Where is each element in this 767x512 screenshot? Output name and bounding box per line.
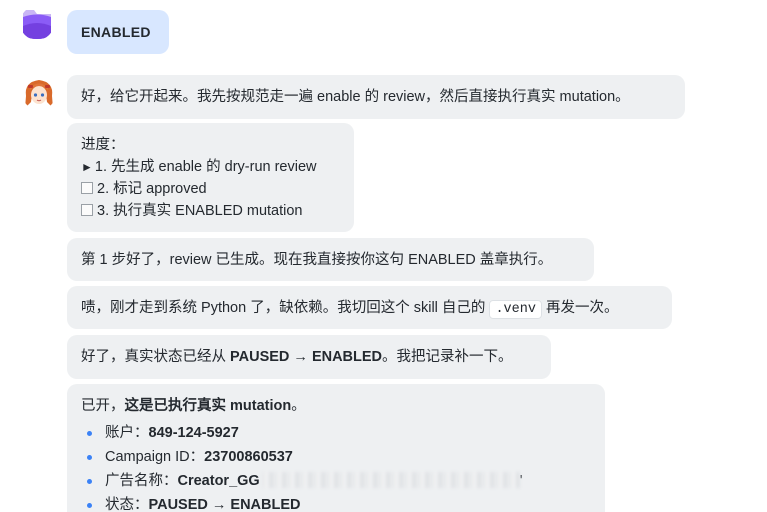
message-text-before: 好了，真实状态已经从 bbox=[81, 349, 226, 365]
user-message-text: ENABLED bbox=[81, 24, 151, 40]
summary-intro-end: 。 bbox=[291, 398, 306, 414]
detail-value: 23700860537 bbox=[204, 449, 293, 465]
assistant-summary-message: 已开，这是已执行真实 mutation。 账户：849-124-5927 Cam… bbox=[67, 384, 605, 512]
message-text: 啧，刚才走到系统 Python 了，缺依赖。我切回这个 skill 自己的 .v… bbox=[81, 297, 658, 321]
progress-step-text: 1. 先生成 enable 的 dry-run review bbox=[94, 159, 317, 175]
assistant-message-3: 第 1 步好了，review 已生成。现在我直接按你这句 ENABLED 盖章执… bbox=[67, 238, 594, 281]
inline-code-venv: .venv bbox=[489, 300, 542, 319]
progress-step-2: 2. 标记 approved bbox=[81, 178, 340, 200]
detail-account: 账户：849-124-5927 bbox=[81, 421, 591, 445]
summary-intro-bold: 这是已执行真实 mutation bbox=[124, 398, 292, 414]
detail-label: Campaign ID： bbox=[105, 449, 205, 465]
detail-ad-name: 广告名称：Creator_GG ' bbox=[81, 469, 591, 493]
assistant-avatar-icon bbox=[22, 76, 56, 110]
detail-value: 849-124-5927 bbox=[148, 425, 239, 441]
detail-status: 状态：PAUSED → ENABLED bbox=[81, 493, 591, 512]
progress-step-text: 2. 标记 approved bbox=[97, 181, 207, 197]
progress-step-1: ► 1. 先生成 enable 的 dry-run review bbox=[81, 156, 340, 178]
assistant-message-5: 好了，真实状态已经从 PAUSED → ENABLED。我把记录补一下。 bbox=[67, 335, 551, 379]
detail-label: 广告名称： bbox=[105, 473, 178, 489]
message-text: 好，给它开起来。我先按规范走一遍 enable 的 review，然后直接执行真… bbox=[81, 89, 630, 105]
unchecked-box-icon bbox=[81, 204, 93, 216]
user-message-bubble: ENABLED bbox=[67, 10, 169, 54]
summary-intro-plain: 已开， bbox=[81, 398, 125, 414]
progress-step-3: 3. 执行真实 ENABLED mutation bbox=[81, 200, 340, 222]
detail-campaign-id: Campaign ID：23700860537 bbox=[81, 445, 591, 469]
progress-heading: 进度： bbox=[81, 137, 125, 153]
message-text: 第 1 步好了，review 已生成。现在我直接按你这句 ENABLED 盖章执… bbox=[81, 252, 553, 268]
current-step-arrow-icon: ► bbox=[81, 160, 93, 174]
assistant-message-4: 啧，刚才走到系统 Python 了，缺依赖。我切回这个 skill 自己的 .v… bbox=[67, 286, 672, 329]
status-transition-bold: PAUSED → ENABLED bbox=[230, 349, 383, 365]
user-avatar-icon bbox=[20, 6, 54, 40]
summary-intro: 已开，这是已执行真实 mutation。 bbox=[81, 395, 591, 417]
progress-step-text: 3. 执行真实 ENABLED mutation bbox=[97, 203, 303, 219]
message-text-before: 啧，刚才走到系统 Python 了，缺依赖。我切回这个 skill 自己的 bbox=[81, 300, 486, 316]
summary-details-list: 账户：849-124-5927 Campaign ID：23700860537 … bbox=[81, 421, 591, 512]
message-text: 好了，真实状态已经从 PAUSED → ENABLED。我把记录补一下。 bbox=[81, 346, 537, 368]
assistant-message-1: 好，给它开起来。我先按规范走一遍 enable 的 review，然后直接执行真… bbox=[67, 75, 685, 119]
detail-value: PAUSED → ENABLED bbox=[148, 497, 301, 512]
message-text-after: 。我把记录补一下。 bbox=[382, 349, 513, 365]
detail-label: 账户： bbox=[105, 425, 149, 441]
detail-value-suffix: ' bbox=[519, 473, 523, 489]
redacted-region bbox=[261, 472, 520, 488]
detail-label: 状态： bbox=[105, 497, 149, 512]
detail-value: Creator_GG bbox=[177, 473, 260, 489]
chat-transcript: ENABLED 好，给它开起来。我先按规范走一遍 enable 的 review… bbox=[0, 0, 767, 512]
assistant-progress-message: 进度： ► 1. 先生成 enable 的 dry-run review 2. 标… bbox=[67, 123, 354, 232]
message-text-after: 再发一次。 bbox=[546, 300, 619, 316]
unchecked-box-icon bbox=[81, 182, 93, 194]
